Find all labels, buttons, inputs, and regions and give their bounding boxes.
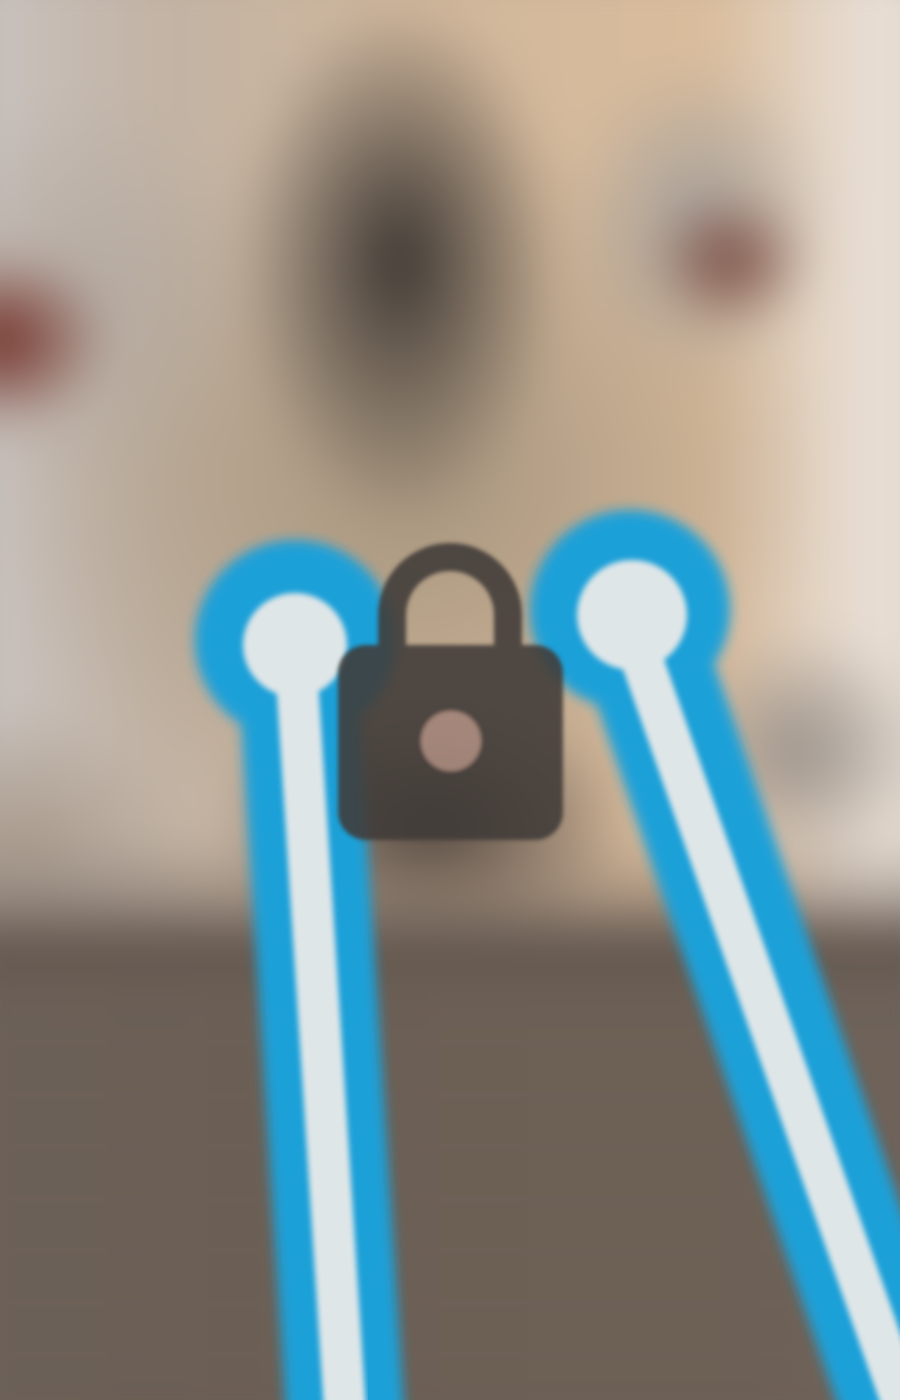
unlock-button[interactable] (330, 540, 570, 850)
lock-screen (0, 0, 900, 1400)
laser-beam-right (530, 510, 900, 1400)
